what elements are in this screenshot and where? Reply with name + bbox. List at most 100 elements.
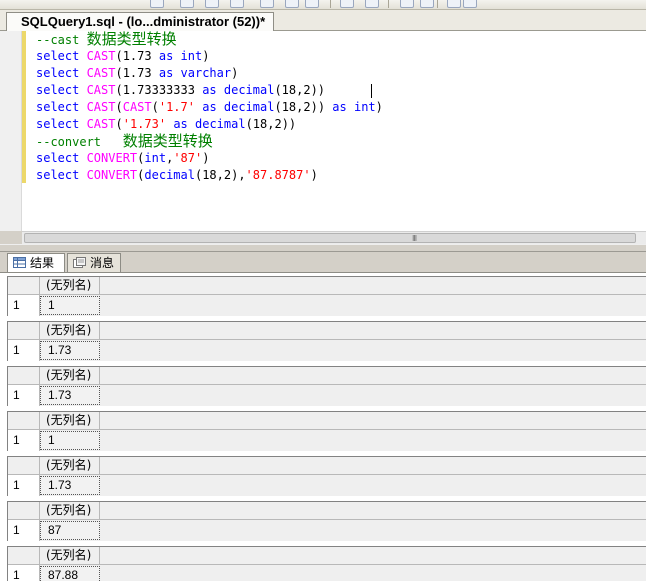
grid-corner[interactable] [8,367,40,385]
results-pane: (无列名) 1 1 (无列名) 1 1.73 (无列名) 1 1.73 (无列名… [0,272,646,581]
grid-header: (无列名) [8,367,646,385]
result-grid[interactable]: (无列名) 1 1 [7,276,646,316]
grid-corner[interactable] [8,412,40,430]
code-token: --convert [36,135,123,149]
code-line: select CAST(1.73 as int) [36,48,383,65]
toolbar-separator [437,0,438,8]
code-token: ) [202,151,210,165]
results-tab-strip: 结果 消息 [0,252,646,274]
table-row: 1 1 [8,295,646,316]
scrollbar-grip: III [412,234,417,243]
code-token: int [353,100,376,114]
code-token: select [36,168,87,182]
code-token: decimal [144,168,195,182]
horizontal-scrollbar[interactable]: III [22,231,646,244]
grid-empty-area [101,295,646,316]
tab-messages-label: 消息 [90,256,115,270]
code-token: (18,2), [194,168,246,182]
messages-icon [73,257,86,268]
code-line: --cast 数据类型转换 [36,31,383,48]
row-number[interactable]: 1 [8,475,40,496]
toolbar-dropdown-button[interactable] [463,0,477,8]
result-grid[interactable]: (无列名) 1 87.88 [7,546,646,581]
grid-empty-area [101,385,646,406]
code-token: ) [202,49,210,63]
editor-gutter [0,31,22,231]
toolbar [0,0,646,10]
document-tab[interactable]: SQLQuery1.sql - (lo...dministrator (52))… [6,12,275,32]
column-header[interactable]: (无列名) [40,367,100,385]
row-number[interactable]: 1 [8,295,40,316]
toolbar-button[interactable] [340,0,354,8]
grid-empty-area [101,340,646,361]
toolbar-button[interactable] [150,0,164,8]
result-grid[interactable]: (无列名) 1 87 [7,501,646,541]
code-token: as [332,100,347,114]
result-cell[interactable]: 1 [40,296,100,315]
grid-corner[interactable] [8,547,40,565]
column-header[interactable]: (无列名) [40,457,100,475]
grid-corner[interactable] [8,502,40,520]
document-tab-strip: SQLQuery1.sql - (lo...dministrator (52))… [0,10,646,32]
result-cell[interactable]: 1 [40,431,100,450]
grid-corner[interactable] [8,457,40,475]
scrollbar-thumb[interactable]: III [24,233,636,243]
result-grid[interactable]: (无列名) 1 1 [7,411,646,451]
code-token: '87' [173,151,203,165]
toolbar-button[interactable] [447,0,461,8]
column-header[interactable]: (无列名) [40,412,100,430]
code-token: 数据类型转换 [122,132,213,150]
result-grid[interactable]: (无列名) 1 1.73 [7,456,646,496]
table-row: 1 87 [8,520,646,541]
query-editor[interactable]: --cast 数据类型转换 select CAST(1.73 as int) sel… [0,31,646,231]
grid-corner[interactable] [8,277,40,295]
code-text[interactable]: --cast 数据类型转换 select CAST(1.73 as int) sel… [36,31,383,184]
result-cell[interactable]: 87.88 [40,566,100,581]
toolbar-button[interactable] [230,0,244,8]
row-number[interactable]: 1 [8,565,40,581]
toolbar-button[interactable] [305,0,319,8]
result-cell[interactable]: 87 [40,521,100,540]
row-number[interactable]: 1 [8,520,40,541]
column-header[interactable]: (无列名) [40,502,100,520]
row-number[interactable]: 1 [8,385,40,406]
code-line: select CONVERT(decimal(18,2),'87.8787') [36,167,383,184]
table-row: 1 1.73 [8,385,646,406]
result-grid[interactable]: (无列名) 1 1.73 [7,366,646,406]
code-token: CONVERT [86,151,138,165]
code-token: ( [115,117,123,131]
toolbar-button[interactable] [180,0,194,8]
toolbar-button[interactable] [260,0,274,8]
tab-results[interactable]: 结果 [7,253,65,274]
result-grid[interactable]: (无列名) 1 1.73 [7,321,646,361]
column-header[interactable]: (无列名) [40,322,100,340]
result-cell[interactable]: 1.73 [40,386,100,405]
code-line: select CAST(1.73 as varchar) [36,65,383,82]
grid-empty-area [101,475,646,496]
toolbar-button[interactable] [365,0,379,8]
column-header[interactable]: (无列名) [40,547,100,565]
row-number[interactable]: 1 [8,430,40,451]
column-header[interactable]: (无列名) [40,277,100,295]
grid-empty-area [101,430,646,451]
toolbar-button[interactable] [400,0,414,8]
grid-corner[interactable] [8,322,40,340]
code-token: CAST [86,117,116,131]
pane-splitter[interactable] [0,244,646,252]
grid-icon [13,257,26,268]
code-token: select [36,100,87,114]
tab-messages[interactable]: 消息 [67,253,121,273]
result-cell[interactable]: 1.73 [40,476,100,495]
toolbar-button[interactable] [205,0,219,8]
result-cell[interactable]: 1.73 [40,341,100,360]
toolbar-separator [388,0,389,8]
toolbar-button[interactable] [285,0,299,8]
toolbar-button[interactable] [420,0,434,8]
row-number[interactable]: 1 [8,340,40,361]
code-token: (1.73333333 [115,83,203,97]
code-token: decimal [223,100,275,114]
code-token: CAST [86,100,116,114]
grid-header: (无列名) [8,277,646,295]
